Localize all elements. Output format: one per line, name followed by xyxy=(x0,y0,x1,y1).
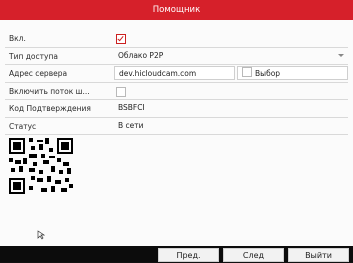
exit-button[interactable]: Выйти xyxy=(288,248,349,262)
server-address-row: Адрес сервера dev.hicloudcam.com Выбор xyxy=(5,65,348,83)
status-value: В сети xyxy=(118,120,144,130)
select-option[interactable]: Выбор xyxy=(237,66,348,80)
select-label: Выбор xyxy=(255,69,281,78)
stream-checkbox[interactable] xyxy=(116,86,126,97)
server-address-label: Адрес сервера xyxy=(9,69,68,78)
verification-code-label: Код Подтверждения xyxy=(9,104,91,113)
enable-checkbox[interactable] xyxy=(116,34,126,44)
access-type-dropdown[interactable]: Облако P2P xyxy=(114,49,348,63)
wizard-window: Помощник Вкл. Тип доступа Облако P2P Адр… xyxy=(0,0,353,262)
access-type-row: Тип доступа Облако P2P xyxy=(5,48,348,65)
enable-label: Вкл. xyxy=(9,34,26,43)
prev-button[interactable]: Пред. xyxy=(158,248,219,262)
verification-code-row: Код Подтверждения BSBFCI xyxy=(5,100,348,118)
access-type-label: Тип доступа xyxy=(9,51,58,61)
stream-label: Включить поток ш... xyxy=(9,86,90,96)
server-address-field[interactable]: dev.hicloudcam.com xyxy=(114,66,235,80)
status-label: Статус xyxy=(9,121,37,131)
stream-row: Включить поток ш... xyxy=(5,83,348,100)
select-checkbox[interactable] xyxy=(242,67,252,77)
settings-form: Вкл. Тип доступа Облако P2P Адрес сервер… xyxy=(5,30,348,135)
access-type-value: Облако P2P xyxy=(118,50,164,60)
mouse-cursor-icon xyxy=(37,230,45,240)
verification-code-value: BSBFCI xyxy=(118,103,145,112)
next-button[interactable]: След xyxy=(223,248,284,262)
window-title: Помощник xyxy=(0,0,353,20)
enable-row: Вкл. xyxy=(5,30,348,48)
qr-code-image xyxy=(9,138,73,194)
status-row: Статус В сети xyxy=(5,118,348,135)
chevron-down-icon xyxy=(338,53,344,57)
